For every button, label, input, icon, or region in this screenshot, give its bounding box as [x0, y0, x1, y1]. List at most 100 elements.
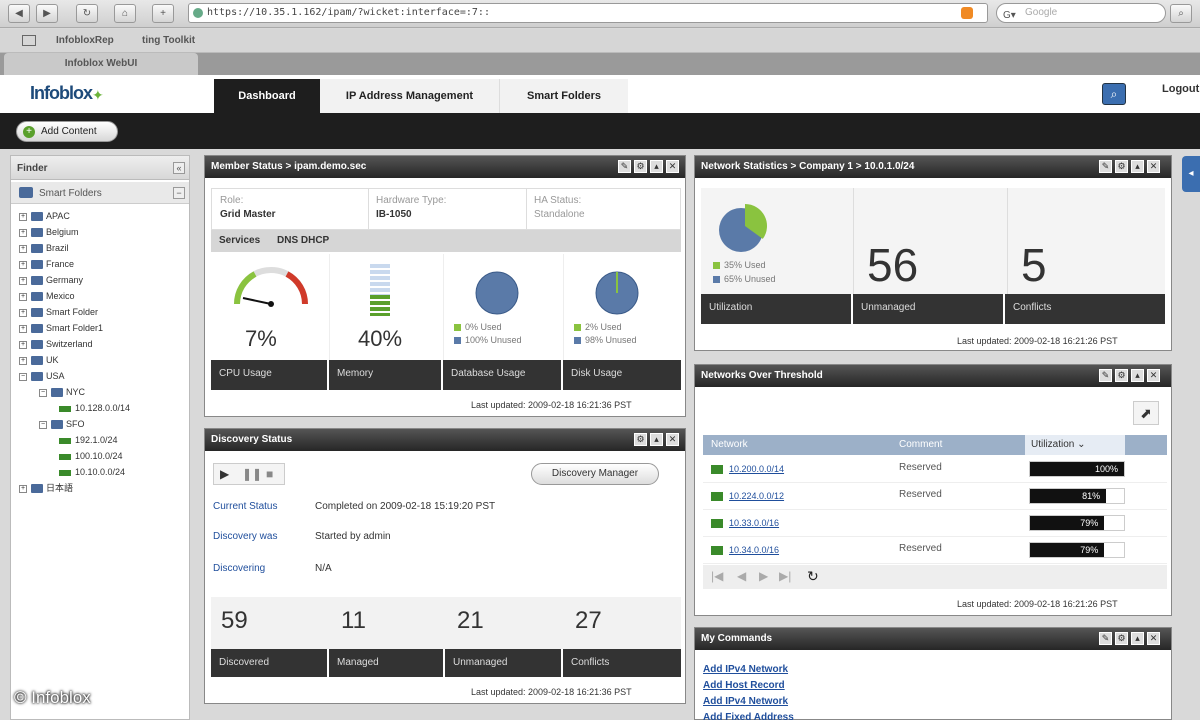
- gear-icon[interactable]: ⚙: [634, 160, 647, 173]
- edit-icon[interactable]: ✎: [618, 160, 631, 173]
- close-icon[interactable]: ✕: [1147, 369, 1160, 382]
- collapse-icon[interactable]: −: [39, 388, 47, 397]
- close-icon[interactable]: ✕: [1147, 632, 1160, 645]
- gear-icon[interactable]: ⚙: [1115, 369, 1128, 382]
- network-cell[interactable]: 10.33.0.0/16: [711, 518, 779, 529]
- browser-search-input[interactable]: G▾ Google: [996, 3, 1166, 23]
- tree-folder-item[interactable]: + Brazil: [19, 240, 189, 256]
- column-network[interactable]: Network: [711, 439, 748, 450]
- tree-network-item[interactable]: 10.128.0.0/14: [19, 400, 189, 416]
- network-link[interactable]: 10.200.0.0/14: [729, 464, 784, 474]
- network-link[interactable]: 10.33.0.0/16: [729, 518, 779, 528]
- close-icon[interactable]: ✕: [666, 160, 679, 173]
- network-link[interactable]: 10.224.0.0/12: [729, 491, 784, 501]
- command-add-fixed-address[interactable]: Add Fixed Address: [703, 712, 794, 720]
- expand-icon[interactable]: +: [19, 356, 27, 365]
- command-add-ipv4-network[interactable]: Add IPv4 Network: [703, 696, 788, 707]
- forward-icon[interactable]: ▶: [36, 4, 58, 23]
- expand-icon[interactable]: +: [19, 244, 27, 253]
- network-cell[interactable]: 10.224.0.0/12: [711, 491, 784, 502]
- close-icon[interactable]: ✕: [1147, 160, 1160, 173]
- edit-icon[interactable]: ✎: [1099, 369, 1112, 382]
- tree-folder-item[interactable]: − SFO: [19, 416, 189, 432]
- expand-icon[interactable]: +: [19, 308, 27, 317]
- tree-folder-item[interactable]: + Switzerland: [19, 336, 189, 352]
- previous-page-icon[interactable]: ◀: [737, 569, 746, 583]
- tree-folder-item[interactable]: + UK: [19, 352, 189, 368]
- discovery-manager-button[interactable]: Discovery Manager: [531, 463, 659, 485]
- add-content-button[interactable]: + Add Content: [16, 121, 118, 142]
- command-add-ipv4-network[interactable]: Add IPv4 Network: [703, 664, 788, 675]
- first-page-icon[interactable]: |◀: [711, 569, 723, 583]
- bookmark-link[interactable]: InfobloxRep: [56, 35, 114, 46]
- play-icon[interactable]: ▶: [220, 467, 229, 481]
- column-utilization[interactable]: Utilization ⌄: [1025, 435, 1125, 455]
- gear-icon[interactable]: ⚙: [1115, 160, 1128, 173]
- close-icon[interactable]: ✕: [666, 433, 679, 446]
- tree-folder-item[interactable]: + Germany: [19, 272, 189, 288]
- expand-icon[interactable]: +: [19, 260, 27, 269]
- stop-icon[interactable]: ■: [266, 467, 273, 481]
- tree-folder-item[interactable]: + 日本語: [19, 480, 189, 496]
- bookmark-link[interactable]: ting Toolkit: [142, 35, 195, 46]
- tree-folder-item[interactable]: + Smart Folder: [19, 304, 189, 320]
- logout-link[interactable]: Logout: [1162, 83, 1199, 95]
- network-cell[interactable]: 10.34.0.0/16: [711, 545, 779, 556]
- column-comment[interactable]: Comment: [899, 439, 942, 450]
- last-page-icon[interactable]: ▶|: [779, 569, 791, 583]
- collapse-icon[interactable]: −: [19, 372, 27, 381]
- tab-ip-address-management[interactable]: IP Address Management: [320, 79, 500, 113]
- logo[interactable]: Infoblox: [30, 83, 93, 104]
- minimize-icon[interactable]: ▴: [1131, 632, 1144, 645]
- rss-feed-icon[interactable]: [961, 7, 973, 19]
- tree-folder-item[interactable]: + Mexico: [19, 288, 189, 304]
- expand-icon[interactable]: +: [19, 212, 27, 221]
- network-cell[interactable]: 10.200.0.0/14: [711, 464, 784, 475]
- search-icon[interactable]: ⌕: [1102, 83, 1126, 105]
- home-icon[interactable]: ⌂: [114, 4, 136, 23]
- browser-tab[interactable]: Infoblox WebUI: [4, 53, 198, 75]
- smart-folders-row[interactable]: Smart Folders −: [11, 182, 189, 204]
- tab-smart-folders[interactable]: Smart Folders: [500, 79, 628, 113]
- tree-folder-item[interactable]: + Smart Folder1: [19, 320, 189, 336]
- side-panel-toggle-icon[interactable]: ◂: [1182, 156, 1200, 192]
- address-bar[interactable]: https://10.35.1.162/ipam/?wicket:interfa…: [188, 3, 988, 23]
- command-add-host-record[interactable]: Add Host Record: [703, 680, 785, 691]
- expand-icon[interactable]: +: [19, 340, 27, 349]
- expand-icon[interactable]: +: [19, 484, 27, 493]
- reload-icon[interactable]: ↻: [76, 4, 98, 23]
- tree-folder-item[interactable]: + France: [19, 256, 189, 272]
- minimize-icon[interactable]: ▴: [650, 160, 663, 173]
- expand-icon[interactable]: +: [19, 292, 27, 301]
- bookmarks-icon[interactable]: [22, 35, 36, 46]
- minimize-icon[interactable]: ▴: [1131, 160, 1144, 173]
- minus-icon[interactable]: −: [173, 187, 185, 199]
- minimize-icon[interactable]: ▴: [650, 433, 663, 446]
- refresh-icon[interactable]: ↻: [807, 568, 819, 585]
- minimize-icon[interactable]: ▴: [1131, 369, 1144, 382]
- tree-folder-item[interactable]: + Belgium: [19, 224, 189, 240]
- open-external-icon[interactable]: ⬈: [1133, 401, 1159, 425]
- expand-icon[interactable]: +: [19, 324, 27, 333]
- expand-icon[interactable]: +: [19, 228, 27, 237]
- next-page-icon[interactable]: ▶: [759, 569, 768, 583]
- add-bookmark-icon[interactable]: +: [152, 4, 174, 23]
- collapse-icon[interactable]: «: [173, 162, 185, 174]
- search-icon[interactable]: ⌕: [1170, 4, 1192, 23]
- expand-icon[interactable]: +: [19, 276, 27, 285]
- gear-icon[interactable]: ⚙: [1115, 632, 1128, 645]
- edit-icon[interactable]: ✎: [1099, 160, 1112, 173]
- tab-dashboard[interactable]: Dashboard: [214, 79, 320, 113]
- network-link[interactable]: 10.34.0.0/16: [729, 545, 779, 555]
- tree-network-item[interactable]: 10.10.0.0/24: [19, 464, 189, 480]
- gear-icon[interactable]: ⚙: [634, 433, 647, 446]
- tree-folder-item[interactable]: − NYC: [19, 384, 189, 400]
- tree-folder-item[interactable]: − USA: [19, 368, 189, 384]
- tree-network-item[interactable]: 100.10.0/24: [19, 448, 189, 464]
- tree-network-item[interactable]: 192.1.0/24: [19, 432, 189, 448]
- pause-icon[interactable]: ❚❚: [242, 467, 262, 481]
- edit-icon[interactable]: ✎: [1099, 632, 1112, 645]
- tree-folder-item[interactable]: + APAC: [19, 208, 189, 224]
- back-icon[interactable]: ◀: [8, 4, 30, 23]
- collapse-icon[interactable]: −: [39, 420, 47, 429]
